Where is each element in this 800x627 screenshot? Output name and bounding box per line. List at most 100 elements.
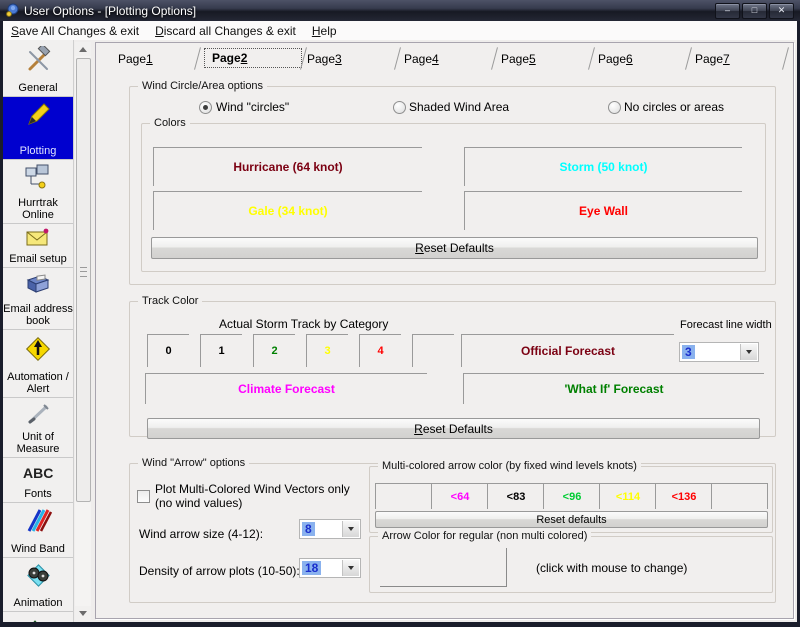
sidebar-item-label: Animation	[13, 597, 63, 609]
multi-colored-vectors-checkbox[interactable]	[137, 490, 150, 503]
arrow-level-96-button[interactable]: <96	[543, 483, 600, 509]
scroll-up-button[interactable]	[75, 42, 91, 56]
regular-arrow-color-swatch[interactable]	[380, 548, 507, 587]
sidebar-item-unit-of-measure[interactable]: Unit of Measure	[3, 398, 73, 458]
tab-page-4[interactable]: Page 4	[404, 49, 439, 69]
combo-dropdown-button[interactable]	[740, 344, 757, 360]
gale-color-button[interactable]: Gale (34 knot)	[153, 191, 422, 230]
storm-color-button[interactable]: Storm (50 knot)	[464, 147, 742, 186]
sidebar-item-partial[interactable]	[3, 612, 73, 622]
sidebar-item-label: Automation / Alert	[7, 371, 69, 395]
reset-defaults-track-button[interactable]: Reset Defaults	[147, 418, 760, 439]
film-reels-icon	[23, 562, 53, 593]
arrow-level-end-button[interactable]	[711, 483, 768, 509]
sidebar-item-wind-band[interactable]: Wind Band	[3, 503, 73, 558]
arrow-level-83-button[interactable]: <83	[487, 483, 544, 509]
arrow-level-136-button[interactable]: <136	[655, 483, 712, 509]
reset-defaults-arrow-button[interactable]: Reset defaults	[375, 511, 768, 528]
window-title: User Options - [Plotting Options]	[24, 3, 197, 18]
title-bar: User Options - [Plotting Options] – □ ✕	[0, 0, 800, 21]
radio-shaded-wind-area[interactable]	[393, 101, 406, 114]
group-title: Arrow Color for regular (non multi color…	[378, 530, 592, 542]
tab-page-1[interactable]: Page 1	[118, 49, 153, 69]
minimize-button[interactable]: –	[715, 3, 740, 19]
scrollbar-grip-icon	[80, 267, 87, 277]
menu-save-all-changes[interactable]: Save All Changes & exit	[3, 22, 147, 40]
category-5-button[interactable]	[412, 334, 454, 367]
tab-page-5[interactable]: Page 5	[501, 49, 536, 69]
scrollbar-thumb[interactable]	[76, 58, 91, 502]
map-icon	[24, 616, 52, 622]
triangle-down-icon	[79, 610, 87, 616]
combo-dropdown-button[interactable]	[342, 560, 359, 576]
actual-storm-track-label: Actual Storm Track by Category	[219, 317, 389, 331]
radio-wind-circles[interactable]	[199, 101, 212, 114]
triangle-down-icon	[348, 527, 354, 531]
official-forecast-color-button[interactable]: Official Forecast	[461, 334, 674, 367]
maximize-button[interactable]: □	[742, 3, 767, 19]
category-1-button[interactable]: 1	[200, 334, 242, 367]
arrow-level-114-button[interactable]: <114	[599, 483, 656, 509]
sidebar-item-label: Fonts	[24, 488, 52, 500]
arrow-level-blank-button[interactable]	[375, 483, 432, 509]
forecast-line-width-combo[interactable]: 3	[679, 342, 759, 362]
category-0-button[interactable]: 0	[147, 334, 189, 367]
tab-page-6[interactable]: Page 6	[598, 49, 633, 69]
options-panel: Page 1 Page 2 Page 3 Page 4 Page 5 Page …	[95, 42, 794, 619]
whatif-forecast-color-button[interactable]: 'What If' Forecast	[463, 373, 764, 404]
reset-defaults-colors-button[interactable]: Reset Defaults	[151, 237, 758, 259]
tab-page-7[interactable]: Page 7	[695, 49, 730, 69]
combo-value: 18	[302, 561, 322, 575]
sidebar-item-plotting[interactable]: Plotting	[3, 97, 73, 160]
sidebar-item-email-setup[interactable]: Email setup	[3, 224, 73, 268]
tab-divider	[491, 47, 498, 70]
sidebar-item-animation[interactable]: Animation	[3, 558, 73, 612]
triangle-down-icon	[348, 566, 354, 570]
tab-divider	[394, 47, 401, 70]
category-2-button[interactable]: 2	[253, 334, 295, 367]
density-of-arrow-plots-combo[interactable]: 18	[299, 558, 361, 578]
combo-value: 8	[302, 522, 315, 536]
group-title: Wind "Arrow" options	[138, 457, 250, 469]
menu-help[interactable]: Help	[304, 22, 345, 40]
category-4-button[interactable]: 4	[359, 334, 401, 367]
pen-icon	[24, 402, 52, 431]
scroll-down-button[interactable]	[75, 606, 91, 620]
sidebar-item-label: Hurrtrak Online	[18, 197, 58, 221]
sidebar: General Plotting Hurrtrak Online Email s…	[3, 40, 74, 622]
pencil-icon	[24, 101, 52, 134]
radio-no-circles[interactable]	[608, 101, 621, 114]
svg-text:ABC: ABC	[23, 465, 53, 481]
radio-shaded-wind-area-label: Shaded Wind Area	[409, 100, 510, 114]
sidebar-item-label: Plotting	[19, 145, 57, 157]
sidebar-item-label: General	[18, 82, 58, 94]
tab-page-2[interactable]: Page 2	[204, 48, 302, 68]
category-3-button[interactable]: 3	[306, 334, 348, 367]
radio-wind-circles-label: Wind "circles"	[216, 100, 290, 114]
climate-forecast-color-button[interactable]: Climate Forecast	[145, 373, 427, 404]
tab-divider	[685, 47, 692, 70]
sidebar-item-email-address-book[interactable]: Email address book	[3, 268, 73, 330]
client-area: General Plotting Hurrtrak Online Email s…	[3, 40, 797, 622]
density-of-arrow-plots-label: Density of arrow plots (10-50):	[139, 564, 300, 578]
sidebar-item-hurrtrak-online[interactable]: Hurrtrak Online	[3, 160, 73, 224]
sidebar-item-label: Unit of Measure	[16, 431, 60, 455]
sidebar-scrollbar[interactable]	[75, 42, 91, 620]
arrow-level-64-button[interactable]: <64	[431, 483, 488, 509]
menu-discard-all-changes[interactable]: Discard all Changes & exit	[147, 22, 304, 40]
hurricane-color-button[interactable]: Hurricane (64 knot)	[153, 147, 422, 186]
close-button[interactable]: ✕	[769, 3, 794, 19]
combo-dropdown-button[interactable]	[342, 521, 359, 537]
sidebar-item-fonts[interactable]: ABC Fonts	[3, 458, 73, 503]
sidebar-item-automation-alert[interactable]: Automation / Alert	[3, 330, 73, 398]
wind-arrow-size-combo[interactable]: 8	[299, 519, 361, 539]
group-title: Wind Circle/Area options	[138, 80, 268, 92]
eye-wall-color-button[interactable]: Eye Wall	[464, 191, 742, 230]
wind-band-stripes-icon	[24, 507, 53, 538]
sidebar-item-general[interactable]: General	[3, 42, 73, 97]
tab-divider	[194, 47, 201, 70]
tab-page-3[interactable]: Page 3	[307, 49, 342, 69]
alert-sign-icon	[23, 334, 53, 369]
sidebar-item-label: Wind Band	[11, 543, 65, 555]
combo-value: 3	[682, 345, 695, 359]
